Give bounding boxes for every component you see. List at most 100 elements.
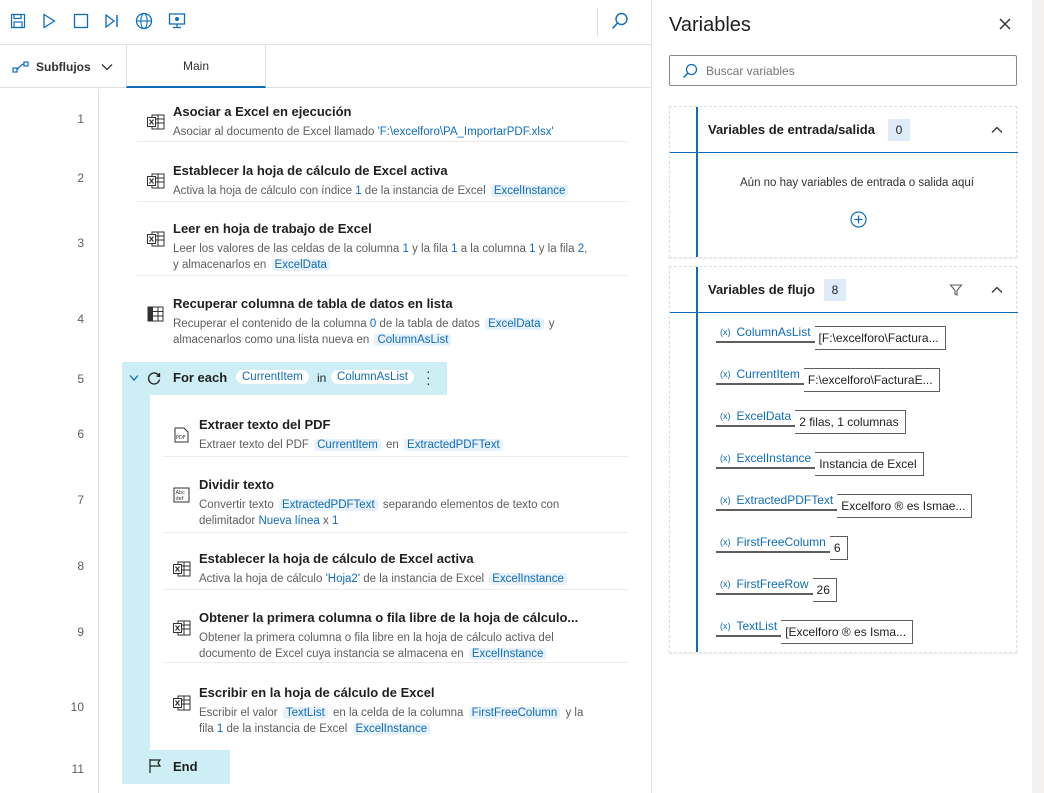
variable-name-chip[interactable]: (x) ExcelInstance	[716, 449, 816, 469]
variable-chip: ExcelInstance	[489, 573, 567, 585]
pdf-icon: PDF	[174, 427, 189, 443]
divider	[163, 589, 628, 590]
variables-pane-title: Variables	[669, 14, 751, 36]
desc-text: de la instancia de Excel	[361, 185, 489, 197]
variable-name: FirstFreeRow	[736, 577, 809, 591]
flow-section-title: Variables de flujo	[708, 282, 815, 297]
variable-chip: ExtractedPDFText	[404, 439, 503, 451]
io-empty-text: Aún no hay variables de entrada o salida…	[740, 177, 974, 189]
action-title: Asociar a Excel en ejecución	[173, 104, 352, 119]
flow-section-header[interactable]: Variables de flujo 8	[670, 267, 1018, 313]
variable-name-chip[interactable]: (x) ColumnAsList	[716, 323, 815, 343]
desc-text: Convertir texto	[199, 499, 277, 511]
variable-value: 26	[812, 578, 837, 602]
desc-text: documento de Excel cuya instancia se alm…	[199, 648, 467, 660]
desc-text: en la celda de la columna	[329, 707, 467, 719]
window-edge	[1032, 0, 1044, 793]
toolbar-divider	[597, 8, 598, 36]
variable-name-chip[interactable]: (x) FirstFreeRow	[716, 575, 813, 595]
chevron-down-icon	[101, 63, 113, 70]
save-icon[interactable]	[9, 12, 27, 30]
divider	[137, 275, 627, 276]
variable-value: 2 filas, 1 columnas	[795, 410, 906, 434]
svg-text:PDF: PDF	[176, 435, 186, 441]
desc-text: x	[319, 515, 332, 527]
add-circle-icon[interactable]	[850, 211, 867, 228]
step-icon[interactable]	[103, 12, 121, 30]
filter-icon[interactable]	[949, 283, 963, 297]
web-recorder-icon[interactable]	[135, 12, 153, 30]
loop-icon	[147, 372, 161, 385]
section-accent-bar	[696, 267, 698, 652]
action-title: Leer en hoja de trabajo de Excel	[173, 221, 372, 236]
io-variables-section: Variables de entrada/salida 0 Aún no hay…	[669, 106, 1018, 258]
line-number: 9	[77, 625, 84, 639]
line-number: 4	[77, 312, 84, 326]
action-description: Activa la hoja de cálculo con índice 1 d…	[173, 183, 570, 199]
desc-text: Extraer texto del PDF	[199, 439, 313, 451]
variable-name: ColumnAsList	[736, 325, 811, 339]
variable-chip: ExtractedPDFText	[278, 499, 378, 511]
variable-name-chip[interactable]: (x) ExcelData	[716, 407, 796, 427]
line-number: 6	[77, 427, 84, 441]
variable-name-chip[interactable]: (x) ExtractedPDFText	[716, 491, 838, 511]
flow-variable-item[interactable]: (x) FirstFreeColumn 6	[716, 530, 848, 560]
excel-icon	[173, 561, 191, 577]
search-icon[interactable]	[611, 12, 629, 30]
flow-variable-item[interactable]: (x) CurrentItem F:\excelforo\FacturaE...	[716, 362, 940, 392]
desc-text: y la fila	[535, 243, 578, 255]
divider	[163, 456, 628, 457]
end-label: End	[173, 759, 198, 774]
end-block[interactable]: End	[122, 750, 230, 784]
line-number: 5	[77, 372, 84, 386]
stop-icon[interactable]	[72, 12, 90, 30]
flow-variable-item[interactable]: (x) ColumnAsList [F:\excelforo\Factura...	[716, 320, 946, 350]
action-title: Establecer la hoja de cálculo de Excel a…	[173, 163, 448, 178]
flow-variable-item[interactable]: (x) TextList [Excelforo ® es Isma...	[716, 614, 914, 644]
desc-text: delimitador	[199, 515, 259, 527]
tab-main[interactable]: Main	[126, 45, 266, 88]
variables-search-box[interactable]	[669, 55, 1017, 86]
for-each-block[interactable]: For each CurrentItem in ColumnAsList · · ·	[122, 362, 447, 395]
desc-text: Recuperar el contenido de la columna	[173, 318, 370, 330]
flow-variable-item[interactable]: (x) ExtractedPDFText Excelforo ® es Ismae…	[716, 488, 973, 518]
variable-chip: ColumnAsList	[374, 334, 452, 346]
literal-value: 'F:\excelforo\PA_ImportarPDF.xlsx'	[377, 126, 554, 138]
close-icon[interactable]	[997, 16, 1013, 32]
variable-name-chip[interactable]: (x) TextList	[716, 617, 782, 637]
more-options-icon[interactable]: · · ·	[426, 364, 431, 390]
collapse-chevron-icon[interactable]	[129, 374, 139, 382]
variable-icon: (x)	[720, 411, 731, 421]
run-icon[interactable]	[40, 12, 58, 30]
chevron-up-icon[interactable]	[990, 123, 1004, 137]
datatable-icon	[147, 306, 164, 322]
variable-icon: (x)	[720, 495, 731, 505]
line-number: 10	[70, 700, 84, 714]
text-icon: Abcdef	[173, 487, 190, 503]
variable-value: F:\excelforo\FacturaE...	[803, 368, 940, 392]
variable-chip: ExcelInstance	[352, 723, 431, 735]
divider	[137, 141, 627, 142]
desc-text: de la instancia de Excel	[223, 723, 351, 735]
io-count-badge: 0	[888, 119, 910, 141]
literal-value: 'Hoja2'	[325, 573, 361, 585]
flow-variable-item[interactable]: (x) ExcelInstance Instancia de Excel	[716, 446, 924, 476]
subflows-dropdown[interactable]: Subflujos	[12, 45, 113, 88]
action-title: Extraer texto del PDF	[199, 417, 331, 432]
io-section-header[interactable]: Variables de entrada/salida 0	[670, 107, 1018, 153]
variable-name-chip[interactable]: (x) CurrentItem	[716, 365, 804, 385]
action-title: Recuperar columna de tabla de datos en l…	[173, 296, 453, 311]
variable-name-chip[interactable]: (x) FirstFreeColumn	[716, 533, 830, 553]
desc-text: Asociar al documento de Excel llamado	[173, 126, 378, 138]
desktop-recorder-icon[interactable]	[168, 12, 186, 30]
divider	[137, 201, 627, 202]
flow-variable-item[interactable]: (x) FirstFreeRow 26	[716, 572, 837, 602]
desc-text: y almacenarlos en	[173, 259, 270, 271]
variable-icon: (x)	[720, 453, 731, 463]
flow-variable-item[interactable]: (x) ExcelData 2 filas, 1 columnas	[716, 404, 906, 434]
desc-text: Activa la hoja de cálculo	[199, 573, 326, 585]
chevron-up-icon[interactable]	[990, 283, 1004, 297]
desc-text: Leer los valores de las celdas de la col…	[173, 243, 403, 255]
search-input[interactable]	[706, 63, 996, 78]
action-title: Dividir texto	[199, 477, 275, 492]
